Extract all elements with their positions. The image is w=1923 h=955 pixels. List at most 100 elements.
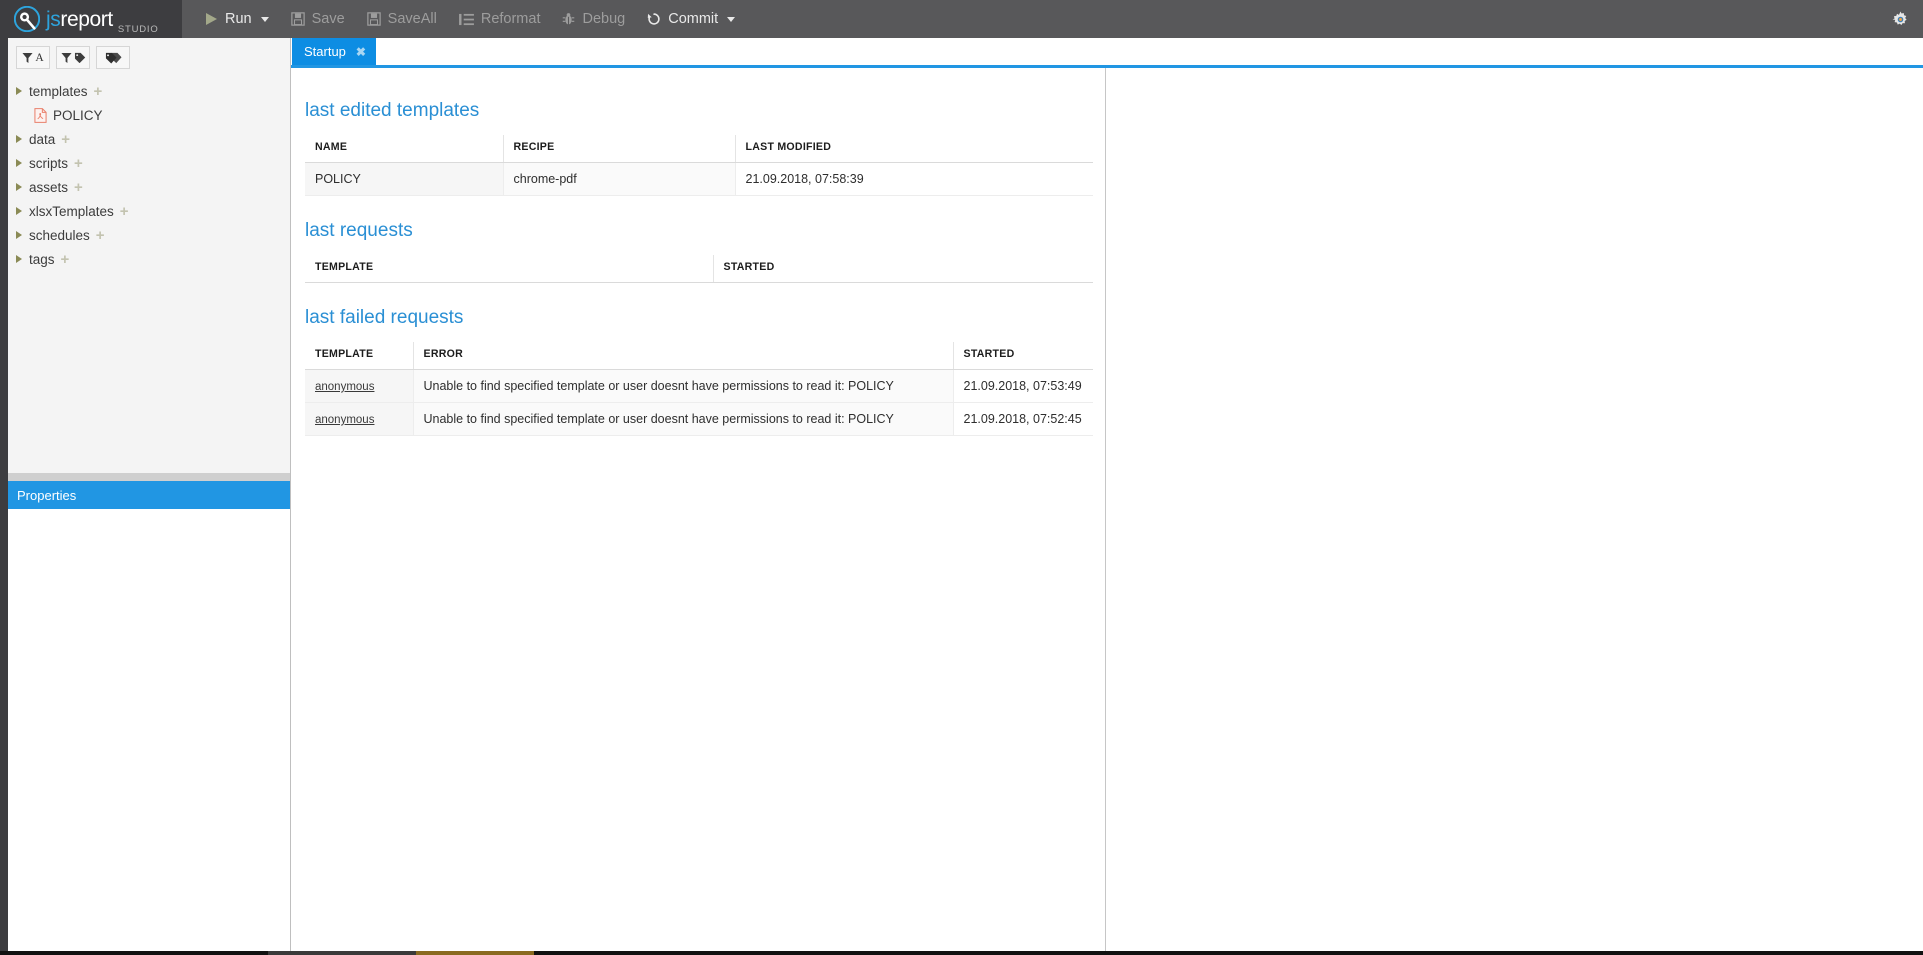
play-icon	[205, 12, 218, 26]
last-failed-requests-title: last failed requests	[305, 307, 464, 328]
table-row[interactable]: POLICY chrome-pdf 21.09.2018, 07:58:39	[305, 162, 1093, 196]
cell-template[interactable]: anonymous	[305, 402, 414, 436]
add-template-button[interactable]: +	[94, 84, 103, 99]
funnel-icon	[22, 52, 33, 63]
add-data-button[interactable]: +	[61, 132, 70, 147]
tree-item-label: tags	[29, 251, 55, 267]
reformat-label: Reformat	[480, 11, 541, 27]
filter-by-tag-button[interactable]	[56, 46, 90, 69]
settings-button[interactable]	[1877, 0, 1923, 38]
floppy-icon	[366, 12, 381, 26]
save-button[interactable]: Save	[280, 0, 356, 38]
last-requests-table: TEMPLATE STARTED	[305, 255, 1093, 283]
tags-button[interactable]	[96, 46, 130, 69]
commit-label: Commit	[668, 11, 719, 27]
tree-item-scripts[interactable]: scripts +	[8, 151, 290, 175]
history-icon	[647, 12, 661, 26]
tree-item-xlsxtemplates[interactable]: xlsxTemplates +	[8, 199, 290, 223]
add-asset-button[interactable]: +	[74, 180, 83, 195]
tree-item-label: schedules	[29, 227, 90, 243]
cell-started: 21.09.2018, 07:52:45	[953, 402, 1093, 436]
table-header-row: NAME RECIPE LAST MODIFIED	[305, 135, 1093, 163]
save-all-button[interactable]: SaveAll	[356, 0, 448, 38]
chevron-down-icon[interactable]	[260, 16, 269, 22]
tag-icon	[74, 52, 85, 63]
column-header-last-modified: LAST MODIFIED	[735, 135, 1093, 163]
status-segment-orange	[416, 951, 534, 955]
tab-startup[interactable]: Startup ✖	[292, 38, 376, 65]
column-header-error: ERROR	[413, 342, 954, 370]
tab-label: Startup	[304, 44, 346, 59]
pdf-file-icon	[34, 107, 47, 123]
toolbar-actions: Run Save SaveAll Reformat Debug Commit	[194, 0, 746, 38]
last-edited-templates-title: last edited templates	[305, 100, 480, 121]
last-edited-templates-table: NAME RECIPE LAST MODIFIED POLICY chrome-…	[305, 135, 1093, 196]
save-label: Save	[311, 11, 345, 27]
column-header-template: TEMPLATE	[305, 342, 414, 370]
column-header-recipe: RECIPE	[503, 135, 736, 163]
chevron-right-icon[interactable]	[16, 159, 22, 167]
startup-page: last edited templates NAME RECIPE LAST M…	[291, 68, 1106, 954]
table-row[interactable]: anonymous Unable to find specified templ…	[305, 369, 1093, 403]
chevron-right-icon[interactable]	[16, 207, 22, 215]
letter-a-icon: A	[35, 51, 44, 64]
tree-item-label: templates	[29, 83, 88, 99]
tree-item-tags[interactable]: tags +	[8, 247, 290, 271]
bottom-status-strip	[0, 951, 1923, 955]
cell-error: Unable to find specified template or use…	[413, 402, 954, 436]
run-label: Run	[225, 11, 252, 27]
tags-icon	[105, 52, 122, 63]
properties-panel-header[interactable]: Properties	[8, 481, 290, 509]
run-button[interactable]: Run	[194, 0, 280, 38]
jsreport-logo-icon	[14, 6, 40, 32]
cell-started: 21.09.2018, 07:53:49	[953, 369, 1093, 403]
cell-name[interactable]: POLICY	[305, 162, 504, 196]
chevron-right-icon[interactable]	[16, 183, 22, 191]
chevron-right-icon[interactable]	[16, 87, 22, 95]
tree-item-label: xlsxTemplates	[29, 203, 114, 219]
column-header-started: STARTED	[953, 342, 1093, 370]
gear-icon	[1892, 11, 1907, 25]
chevron-down-icon[interactable]	[727, 16, 736, 22]
chevron-right-icon[interactable]	[16, 135, 22, 143]
sort-by-name-button[interactable]: A	[16, 46, 50, 69]
tree-item-policy[interactable]: POLICY	[8, 103, 290, 127]
close-icon[interactable]: ✖	[356, 45, 366, 59]
left-sidebar: A templates + POLICY data + scripts + as…	[0, 38, 291, 955]
tree-filter-toolbar: A	[8, 38, 290, 75]
editor-tabbar: Startup ✖	[291, 38, 1923, 65]
panel-splitter[interactable]	[8, 473, 290, 481]
column-header-started: STARTED	[713, 255, 1093, 283]
reformat-icon	[458, 13, 474, 26]
template-link[interactable]: anonymous	[315, 381, 374, 393]
commit-button[interactable]: Commit	[636, 0, 746, 38]
add-schedule-button[interactable]: +	[96, 228, 105, 243]
tree-item-label: scripts	[29, 155, 69, 171]
preview-pane	[1107, 68, 1923, 954]
floppy-icon	[290, 12, 305, 26]
tree-item-label: assets	[29, 179, 69, 195]
last-requests-title: last requests	[305, 220, 413, 241]
reformat-button[interactable]: Reformat	[448, 0, 552, 38]
brand-studio: STUDIO	[117, 24, 159, 35]
cell-template[interactable]: anonymous	[305, 369, 414, 403]
last-failed-requests-table: TEMPLATE ERROR STARTED anonymous Unable …	[305, 342, 1093, 436]
add-script-button[interactable]: +	[74, 156, 83, 171]
tree-item-templates[interactable]: templates +	[8, 79, 290, 103]
brand-report: report	[60, 7, 113, 31]
add-xlsx-template-button[interactable]: +	[120, 204, 129, 219]
tree-item-assets[interactable]: assets +	[8, 175, 290, 199]
add-tag-button[interactable]: +	[61, 252, 70, 267]
tree-item-data[interactable]: data +	[8, 127, 290, 151]
app-brand: jsreport STUDIO	[0, 0, 182, 38]
chevron-right-icon[interactable]	[16, 255, 22, 263]
tree-item-label: POLICY	[53, 107, 103, 123]
top-toolbar: jsreport STUDIO Run Save SaveAll Reforma…	[0, 0, 1923, 38]
table-row[interactable]: anonymous Unable to find specified templ…	[305, 402, 1093, 436]
debug-button[interactable]: Debug	[551, 0, 636, 38]
tree-item-schedules[interactable]: schedules +	[8, 223, 290, 247]
debug-label: Debug	[582, 11, 626, 27]
template-link[interactable]: anonymous	[315, 414, 374, 426]
chevron-right-icon[interactable]	[16, 231, 22, 239]
table-header-row: TEMPLATE STARTED	[305, 255, 1093, 283]
